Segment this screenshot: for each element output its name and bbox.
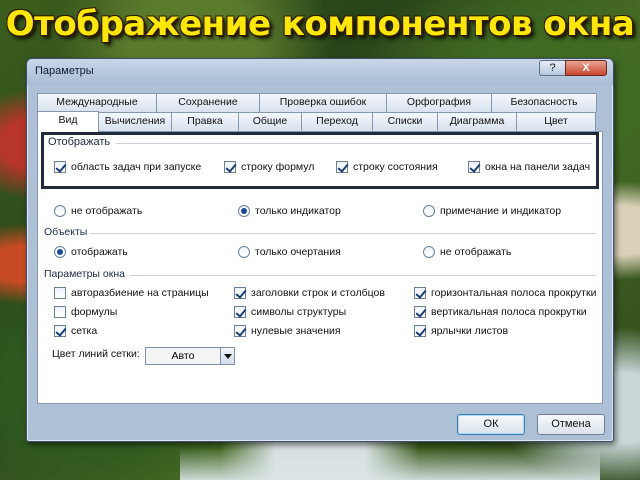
tab-spelling[interactable]: Орфография bbox=[386, 93, 492, 112]
option-label: строку состояния bbox=[353, 161, 438, 173]
chevron-down-icon[interactable] bbox=[220, 348, 234, 364]
formulas-option[interactable]: формулы bbox=[54, 306, 117, 318]
grid-color-dropdown[interactable]: Авто bbox=[145, 347, 235, 365]
checkbox[interactable] bbox=[234, 306, 246, 318]
tab-chart[interactable]: Диаграмма bbox=[437, 112, 517, 131]
horizontal-scrollbar-option[interactable]: горизонтальная полоса прокрутки bbox=[414, 287, 596, 299]
option-label: горизонтальная полоса прокрутки bbox=[431, 287, 597, 299]
notes-comment-option[interactable]: примечание и индикатор bbox=[423, 205, 561, 217]
close-button[interactable]: X bbox=[565, 60, 607, 76]
notes-none-label: не отображать bbox=[71, 205, 143, 217]
option-label: формулы bbox=[71, 306, 118, 318]
sheet-tabs-option[interactable]: ярлычки листов bbox=[414, 325, 508, 337]
objects-outline-label: только очертания bbox=[255, 246, 341, 258]
objects-section-title: Объекты bbox=[44, 226, 88, 238]
notes-indicator-label: только индикатор bbox=[255, 205, 341, 217]
radio[interactable] bbox=[423, 246, 435, 258]
tab-international[interactable]: Международные bbox=[37, 93, 157, 112]
radio[interactable] bbox=[238, 246, 250, 258]
window-params-section-title: Параметры окна bbox=[44, 268, 125, 280]
option-label: сетка bbox=[71, 325, 98, 337]
option-label: нулевые значения bbox=[251, 325, 341, 337]
display-section-callout: Отображать область задач при запуске стр… bbox=[41, 132, 599, 189]
option-label: вертикальная полоса прокрутки bbox=[431, 306, 587, 318]
checkbox[interactable] bbox=[224, 161, 236, 173]
background-waterfall bbox=[180, 448, 600, 480]
slide-headline: Отображение компонентов окна bbox=[5, 4, 635, 44]
section-divider bbox=[130, 275, 596, 276]
option-label: окна на панели задач bbox=[485, 161, 591, 173]
row-col-headers-option[interactable]: заголовки строк и столбцов bbox=[234, 287, 385, 299]
notes-indicator-option[interactable]: только индикатор bbox=[238, 205, 341, 217]
formula-bar-option[interactable]: строку формул bbox=[224, 161, 314, 173]
gridlines-option[interactable]: сетка bbox=[54, 325, 97, 337]
options-dialog: Параметры ? X Международные Сохранение П… bbox=[26, 58, 614, 442]
objects-hide-option[interactable]: не отображать bbox=[423, 246, 511, 258]
checkbox[interactable] bbox=[54, 325, 66, 337]
dialog-title: Параметры bbox=[35, 65, 94, 77]
tab-calculation[interactable]: Вычисления bbox=[98, 112, 172, 131]
vertical-scrollbar-option[interactable]: вертикальная полоса прокрутки bbox=[414, 306, 587, 318]
grid-color-value: Авто bbox=[171, 350, 195, 362]
radio[interactable] bbox=[54, 205, 66, 217]
tab-row-top: Международные Сохранение Проверка ошибок… bbox=[37, 93, 597, 112]
ok-button[interactable]: ОК bbox=[457, 414, 525, 435]
radio[interactable] bbox=[238, 205, 250, 217]
help-button[interactable]: ? bbox=[539, 60, 565, 76]
objects-show-option[interactable]: отображать bbox=[54, 246, 128, 258]
zero-values-option[interactable]: нулевые значения bbox=[234, 325, 341, 337]
section-divider bbox=[116, 143, 592, 144]
grid-color-label: Цвет линий сетки: bbox=[52, 348, 140, 360]
radio[interactable] bbox=[423, 205, 435, 217]
checkbox[interactable] bbox=[336, 161, 348, 173]
tab-general[interactable]: Общие bbox=[238, 112, 302, 131]
task-pane-startup-option[interactable]: область задач при запуске bbox=[54, 161, 201, 173]
checkbox[interactable] bbox=[414, 325, 426, 337]
tab-edit[interactable]: Правка bbox=[171, 112, 239, 131]
option-label: символы структуры bbox=[251, 306, 347, 318]
checkbox[interactable] bbox=[468, 161, 480, 173]
status-bar-option[interactable]: строку состояния bbox=[336, 161, 438, 173]
objects-outline-option[interactable]: только очертания bbox=[238, 246, 341, 258]
tab-transition[interactable]: Переход bbox=[301, 112, 373, 131]
option-label: заголовки строк и столбцов bbox=[251, 287, 385, 299]
checkbox[interactable] bbox=[54, 161, 66, 173]
tab-row-bottom: Вид Вычисления Правка Общие Переход Спис… bbox=[37, 111, 596, 132]
tab-error-checking[interactable]: Проверка ошибок bbox=[259, 93, 387, 112]
notes-comment-label: примечание и индикатор bbox=[440, 205, 562, 217]
auto-page-break-option[interactable]: авторазбиение на страницы bbox=[54, 287, 209, 299]
section-divider bbox=[90, 233, 596, 234]
windows-in-taskbar-option[interactable]: окна на панели задач bbox=[468, 161, 590, 173]
objects-hide-label: не отображать bbox=[440, 246, 512, 258]
tab-lists[interactable]: Списки bbox=[372, 112, 438, 131]
checkbox[interactable] bbox=[54, 287, 66, 299]
dialog-titlebar[interactable]: Параметры ? X bbox=[27, 59, 613, 85]
checkbox[interactable] bbox=[234, 325, 246, 337]
checkbox[interactable] bbox=[414, 306, 426, 318]
cancel-button[interactable]: Отмена bbox=[537, 414, 605, 435]
checkbox[interactable] bbox=[234, 287, 246, 299]
display-section-title: Отображать bbox=[48, 136, 111, 148]
tab-save[interactable]: Сохранение bbox=[156, 93, 260, 112]
checkbox[interactable] bbox=[414, 287, 426, 299]
outline-symbols-option[interactable]: символы структуры bbox=[234, 306, 346, 318]
option-label: строку формул bbox=[241, 161, 315, 173]
tab-security[interactable]: Безопасность bbox=[491, 93, 597, 112]
option-label: авторазбиение на страницы bbox=[71, 287, 209, 299]
notes-none-option[interactable]: не отображать bbox=[54, 205, 142, 217]
checkbox[interactable] bbox=[54, 306, 66, 318]
tab-color[interactable]: Цвет bbox=[516, 112, 596, 131]
radio[interactable] bbox=[54, 246, 66, 258]
grid-color-text: Цвет линий сетки: bbox=[52, 348, 140, 360]
option-label: ярлычки листов bbox=[431, 325, 509, 337]
tab-view[interactable]: Вид bbox=[37, 111, 99, 132]
option-label: область задач при запуске bbox=[71, 161, 202, 173]
objects-show-label: отображать bbox=[71, 246, 128, 258]
